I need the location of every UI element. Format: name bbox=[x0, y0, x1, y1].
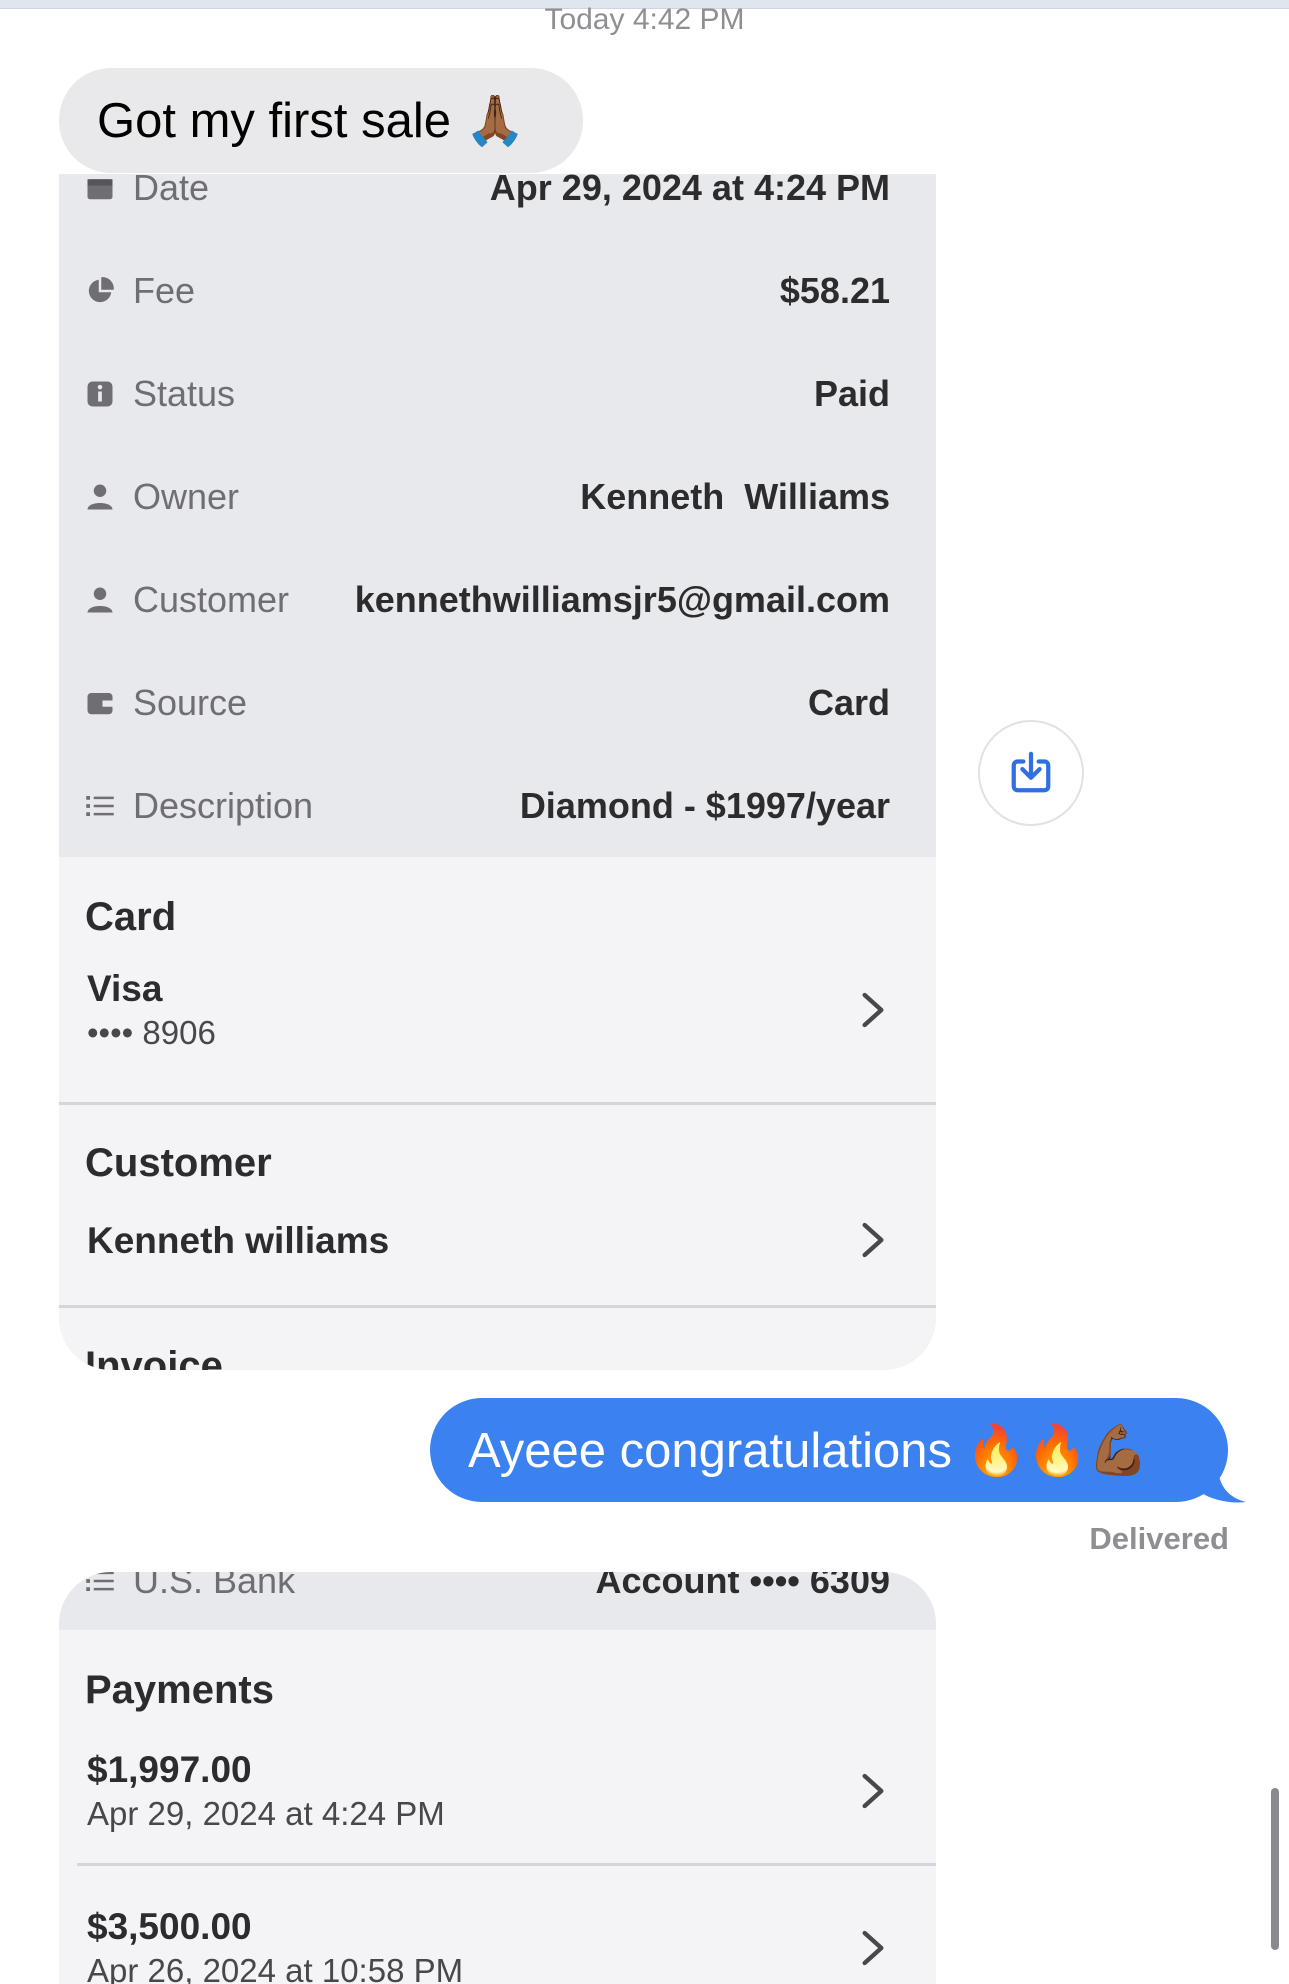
incoming-message-bubble[interactable]: Got my first sale 🙏🏾 bbox=[59, 68, 583, 173]
calendar-icon bbox=[87, 178, 113, 199]
detail-label: Description bbox=[133, 784, 314, 826]
detail-label: U.S. Bank bbox=[133, 1572, 296, 1601]
customer-row[interactable]: Kenneth williams bbox=[59, 1220, 936, 1262]
payment-row[interactable]: $1,997.00 Apr 29, 2024 at 4:24 PM bbox=[59, 1741, 936, 1841]
chevron-right-icon bbox=[862, 992, 884, 1028]
detail-label: Source bbox=[133, 681, 248, 723]
detail-value: Diamond - $1997/year bbox=[519, 784, 890, 826]
detail-label: Owner bbox=[133, 475, 240, 517]
payment-details-list: Date Apr 29, 2024 at 4:24 PM Fee $58.21 … bbox=[59, 174, 936, 857]
detail-row-fee: Fee $58.21 bbox=[59, 239, 936, 342]
detail-row-description: Description Diamond - $1997/year bbox=[59, 754, 936, 857]
section-title: Card bbox=[85, 895, 177, 939]
card-brand: Visa bbox=[87, 968, 163, 1009]
delivery-status: Delivered bbox=[1089, 1521, 1229, 1556]
payments-section: Payments $1,997.00 Apr 29, 2024 at 4:24 … bbox=[59, 1630, 936, 1984]
detail-row-status: Status Paid bbox=[59, 342, 936, 445]
detail-row-date: Date Apr 29, 2024 at 4:24 PM bbox=[59, 174, 936, 239]
detail-value: Kenneth Williams bbox=[580, 475, 890, 517]
detail-label: Customer bbox=[133, 578, 290, 620]
detail-label: Date bbox=[133, 174, 210, 208]
detail-value: kennethwilliamsjr5@gmail.com bbox=[354, 578, 890, 620]
outgoing-message-text: Ayeee congratulations 🔥🔥💪🏾 bbox=[468, 1423, 1149, 1478]
chevron-right-icon bbox=[862, 1222, 884, 1258]
person-icon bbox=[87, 484, 113, 509]
detail-value: Apr 29, 2024 at 4:24 PM bbox=[489, 174, 890, 208]
pie-chart-icon bbox=[88, 276, 114, 302]
payments-screenshot-attachment[interactable]: U.S. Bank Account •••• 6309 Payments $1,… bbox=[59, 1572, 936, 1984]
detail-label: Status bbox=[133, 372, 236, 414]
wallet-icon bbox=[87, 692, 113, 714]
bubble-tail bbox=[1200, 1470, 1246, 1503]
list-icon bbox=[86, 1572, 114, 1591]
outgoing-message-bubble[interactable]: Ayeee congratulations 🔥🔥💪🏾 bbox=[430, 1398, 1228, 1502]
message-timestamp: Today 4:42 PM bbox=[544, 3, 745, 36]
person-icon bbox=[87, 587, 113, 612]
chevron-right-icon bbox=[862, 1773, 884, 1809]
chevron-right-icon bbox=[862, 1930, 884, 1966]
receipt-screenshot-attachment[interactable]: Date Apr 29, 2024 at 4:24 PM Fee $58.21 … bbox=[59, 174, 936, 1370]
card-number: •••• 8906 bbox=[87, 1014, 216, 1051]
scrollbar-thumb[interactable] bbox=[1271, 1788, 1279, 1950]
divider bbox=[77, 1863, 936, 1866]
detail-value: Card bbox=[807, 681, 890, 723]
list-icon bbox=[86, 795, 114, 816]
bank-details-list: U.S. Bank Account •••• 6309 bbox=[59, 1572, 936, 1630]
detail-row-owner: Owner Kenneth Williams bbox=[59, 445, 936, 548]
section-title: Invoice bbox=[85, 1344, 223, 1370]
detail-row-customer: Customer kennethwilliamsjr5@gmail.com bbox=[59, 548, 936, 651]
info-icon bbox=[87, 381, 113, 406]
detail-row-bank: U.S. Bank Account •••• 6309 bbox=[59, 1572, 936, 1630]
card-row[interactable]: Visa •••• 8906 bbox=[59, 968, 936, 1052]
save-attachment-button[interactable] bbox=[978, 720, 1084, 826]
card-section: Card Visa •••• 8906 bbox=[59, 857, 936, 1102]
incoming-message-text: Got my first sale 🙏🏾 bbox=[97, 94, 526, 148]
invoice-section: Invoice bbox=[59, 1308, 936, 1370]
detail-row-source: Source Card bbox=[59, 651, 936, 754]
section-title: Customer bbox=[85, 1141, 272, 1185]
detail-label: Fee bbox=[133, 269, 196, 311]
payment-date: Apr 29, 2024 at 4:24 PM bbox=[87, 1795, 445, 1832]
detail-value: Paid bbox=[813, 372, 890, 414]
payment-date: Apr 26, 2024 at 10:58 PM bbox=[87, 1952, 464, 1984]
payment-amount: $1,997.00 bbox=[87, 1749, 252, 1790]
customer-section: Customer Kenneth williams bbox=[59, 1105, 936, 1305]
payment-amount: $3,500.00 bbox=[87, 1906, 252, 1947]
detail-value: $58.21 bbox=[779, 269, 890, 311]
customer-name: Kenneth williams bbox=[87, 1220, 390, 1261]
detail-value: Account •••• 6309 bbox=[595, 1572, 890, 1601]
download-icon bbox=[1011, 751, 1051, 793]
section-title: Payments bbox=[85, 1668, 274, 1712]
payment-row[interactable]: $3,500.00 Apr 26, 2024 at 10:58 PM bbox=[59, 1898, 936, 1984]
